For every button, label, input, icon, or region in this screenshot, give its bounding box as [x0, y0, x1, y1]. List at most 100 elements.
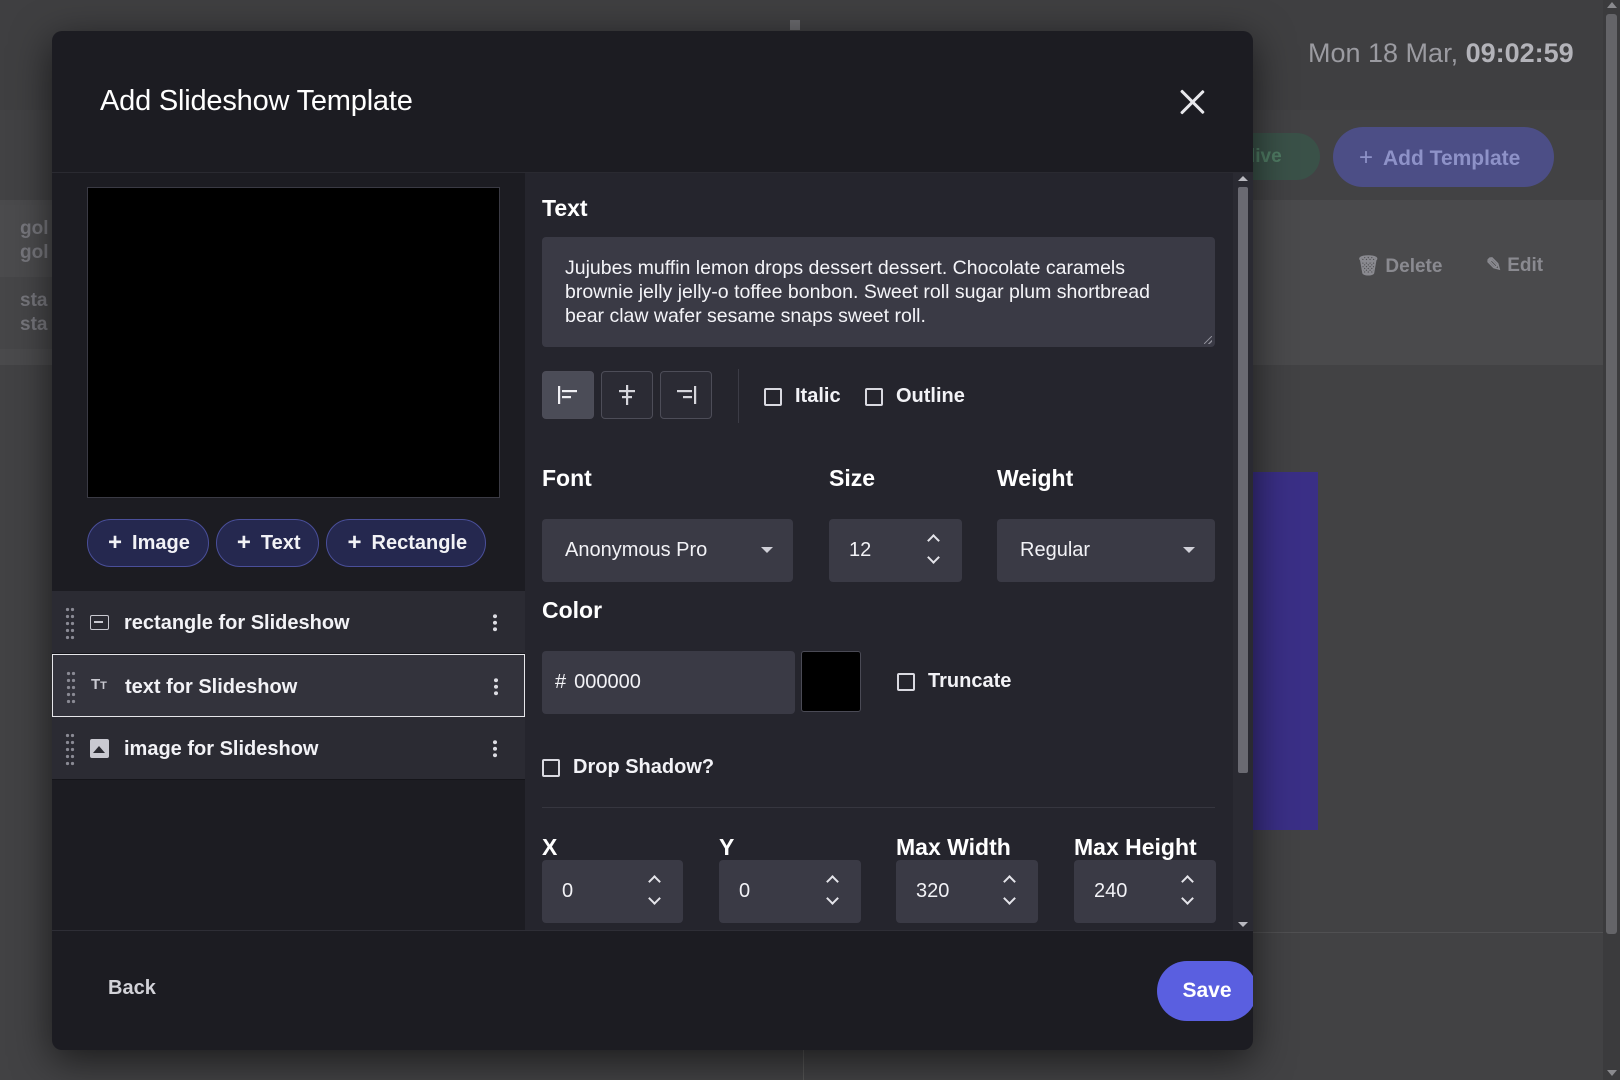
outline-checkbox[interactable]: Outline — [865, 385, 965, 408]
text-content-textarea[interactable]: Jujubes muffin lemon drops dessert desse… — [542, 237, 1215, 347]
max-width-label: Max Width — [896, 834, 1011, 860]
outline-label: Outline — [896, 385, 965, 407]
image-icon — [90, 739, 109, 758]
layers-panel: + Image + Text + Rectangle rectangle for… — [52, 173, 525, 930]
truncate-label: Truncate — [928, 670, 1012, 692]
delete-button: 🗑 Delete — [1356, 256, 1443, 277]
properties-scrollbar[interactable] — [1233, 173, 1253, 930]
size-label: Size — [829, 465, 876, 491]
max-width-input[interactable]: 320 — [896, 860, 1038, 923]
align-left-button[interactable] — [542, 371, 594, 419]
align-center-icon — [619, 385, 635, 405]
y-input[interactable]: 0 — [719, 860, 861, 923]
save-button[interactable]: Save — [1157, 961, 1253, 1021]
back-button[interactable]: Back — [108, 977, 156, 1000]
x-stepper[interactable] — [647, 873, 663, 909]
modal-title: Add Slideshow Template — [100, 85, 413, 117]
layer-item-text[interactable]: TT text for Slideshow — [52, 654, 525, 717]
chevron-up-icon[interactable] — [1003, 875, 1016, 888]
weight-value: Regular — [1020, 539, 1091, 561]
align-right-button[interactable] — [660, 371, 712, 419]
page-scrollbar[interactable] — [1603, 0, 1620, 1080]
size-stepper[interactable] — [926, 532, 942, 568]
font-select[interactable]: Anonymous Pro — [542, 519, 793, 582]
checkbox-box[interactable] — [897, 672, 915, 691]
layer-name: image for Slideshow — [124, 738, 319, 760]
add-text-button[interactable]: + Text — [215, 519, 320, 567]
chevron-up-icon[interactable] — [648, 875, 661, 888]
add-rectangle-button[interactable]: + Rectangle — [326, 519, 487, 567]
chevron-up-icon[interactable] — [927, 534, 940, 547]
more-options-icon[interactable] — [493, 613, 497, 633]
add-template-label: Add Template — [1383, 147, 1521, 170]
side-item: gol gol — [0, 205, 60, 277]
chevron-up-icon[interactable] — [826, 875, 839, 888]
scroll-down-icon[interactable] — [1238, 922, 1248, 927]
max-height-input[interactable]: 240 — [1074, 860, 1216, 923]
scroll-down-icon[interactable] — [1607, 1070, 1617, 1076]
size-input[interactable]: 12 — [829, 519, 962, 582]
text-type-icon: TT — [91, 676, 107, 693]
y-label: Y — [719, 834, 735, 860]
plus-icon: + — [347, 529, 362, 556]
max-width-value: 320 — [916, 880, 950, 902]
clock-time: 09:02:59 — [1465, 38, 1574, 68]
text-align-group — [542, 371, 712, 419]
live-label: live — [1250, 146, 1282, 167]
max-height-stepper[interactable] — [1180, 873, 1196, 909]
scroll-up-icon[interactable] — [1238, 176, 1248, 181]
drag-handle-icon[interactable] — [65, 606, 75, 640]
drag-handle-icon[interactable] — [66, 670, 76, 704]
chevron-down-icon[interactable] — [927, 551, 940, 564]
chevron-up-icon[interactable] — [1181, 875, 1194, 888]
checkbox-box[interactable] — [865, 387, 883, 406]
edit-label: Edit — [1507, 255, 1544, 276]
drop-shadow-checkbox[interactable]: Drop Shadow? — [542, 756, 714, 779]
add-image-button[interactable]: + Image — [87, 519, 209, 567]
more-options-icon[interactable] — [494, 677, 498, 697]
resize-handle-icon[interactable] — [1204, 336, 1212, 344]
add-slideshow-template-modal: Add Slideshow Template + Image + Text + … — [52, 31, 1253, 1050]
footer-divider — [52, 930, 1253, 931]
layer-item-image[interactable]: image for Slideshow — [52, 717, 525, 780]
checkbox-box[interactable] — [542, 758, 560, 777]
chevron-down-icon[interactable] — [1181, 892, 1194, 905]
layer-name: text for Slideshow — [125, 676, 298, 698]
scroll-up-icon[interactable] — [1607, 2, 1617, 8]
checkbox-box[interactable] — [764, 387, 782, 406]
scrollbar-thumb[interactable] — [1606, 14, 1617, 934]
max-height-label: Max Height — [1074, 834, 1197, 860]
layer-item-rectangle[interactable]: rectangle for Slideshow — [52, 591, 525, 654]
truncate-checkbox[interactable]: Truncate — [897, 670, 1011, 693]
text-content-value: Jujubes muffin lemon drops dessert desse… — [565, 257, 1150, 327]
properties-panel: Text Jujubes muffin lemon drops dessert … — [525, 173, 1253, 930]
add-element-buttons: + Image + Text + Rectangle — [87, 519, 487, 567]
drag-handle-icon[interactable] — [65, 732, 75, 766]
y-value: 0 — [739, 880, 751, 902]
x-input[interactable]: 0 — [542, 860, 683, 923]
color-hex-input[interactable]: #000000 — [542, 651, 795, 714]
chevron-down-icon[interactable] — [648, 892, 661, 905]
max-width-stepper[interactable] — [1002, 873, 1018, 909]
close-icon[interactable] — [1177, 87, 1207, 117]
align-center-button[interactable] — [601, 371, 653, 419]
background-sidelist: gol gol sta sta — [0, 205, 60, 350]
clock-date: Mon 18 Mar, — [1308, 38, 1459, 68]
plus-icon: + — [108, 529, 123, 556]
color-label: Color — [542, 597, 603, 623]
edit-button: ✎ Edit — [1486, 255, 1544, 276]
chevron-down-icon[interactable] — [1003, 892, 1016, 905]
align-left-icon — [558, 386, 577, 404]
weight-select[interactable]: Regular — [997, 519, 1215, 582]
more-options-icon[interactable] — [493, 739, 497, 759]
chevron-down-icon[interactable] — [826, 892, 839, 905]
rectangle-icon — [90, 615, 109, 630]
add-rectangle-label: Rectangle — [371, 531, 468, 554]
font-value: Anonymous Pro — [565, 539, 708, 561]
side-item: sta sta — [0, 277, 60, 349]
italic-checkbox[interactable]: Italic — [764, 385, 841, 408]
color-swatch[interactable] — [801, 651, 861, 712]
y-stepper[interactable] — [825, 873, 841, 909]
scrollbar-thumb[interactable] — [1238, 187, 1248, 773]
add-template-button: + Add Template — [1333, 127, 1554, 187]
